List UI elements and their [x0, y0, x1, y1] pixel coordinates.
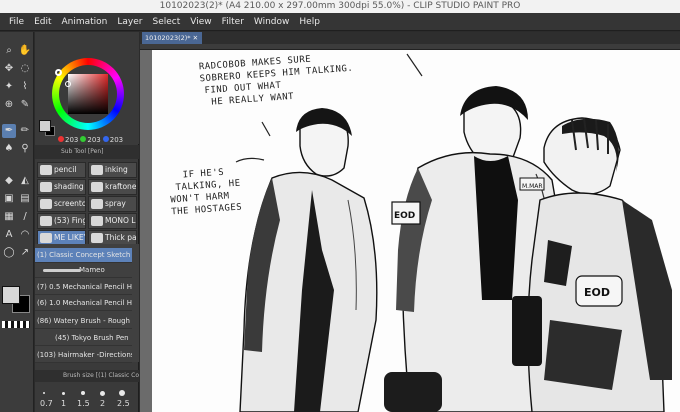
menu-file[interactable]: File: [2, 13, 29, 31]
brush-classic-concept-sketch[interactable]: (1) Classic Concept Sketch: [35, 248, 132, 263]
red-value: 203: [65, 136, 79, 144]
brush-stroke-preview: [43, 269, 81, 272]
subtool-panel-title: Sub Tool [Pen]: [35, 145, 139, 159]
subtool-shading[interactable]: shading: [37, 179, 86, 195]
brush-watery-rough[interactable]: (86) Watery Brush - Rough: [35, 314, 132, 329]
brush-list: (1) Classic Concept Sketch Mameo (7) 0.5…: [35, 244, 139, 363]
auto-select-icon[interactable]: ✦: [2, 80, 16, 94]
pen-tip-icon: [91, 182, 103, 192]
sv-marker[interactable]: [65, 81, 71, 87]
pen-tip-icon: [40, 182, 52, 192]
shape-icon[interactable]: ◯: [2, 246, 16, 260]
subtool-kraftone[interactable]: kraftone: [88, 179, 137, 195]
marker-icon[interactable]: ✎: [18, 98, 32, 112]
menu-layer[interactable]: Layer: [112, 13, 147, 31]
lasso-icon[interactable]: ◌: [18, 62, 32, 76]
rgb-readout: 203 203 203: [58, 135, 123, 144]
balloon-icon[interactable]: ◠: [18, 228, 32, 242]
menu-bar: File Edit Animation Layer Select View Fi…: [0, 13, 680, 31]
airbrush-icon[interactable]: ⚲: [18, 142, 32, 156]
pen-icon[interactable]: ✒: [2, 124, 16, 138]
close-icon[interactable]: ✕: [193, 34, 198, 42]
brush-mameo[interactable]: Mameo: [35, 263, 132, 278]
pen-tip-icon: [40, 216, 52, 226]
menu-edit[interactable]: Edit: [29, 13, 56, 31]
subtool-pencil[interactable]: pencil: [37, 162, 86, 178]
green-value: 203: [87, 136, 101, 144]
transparent-color-swatch[interactable]: [2, 321, 30, 328]
canvas-area[interactable]: RADCOBOB MAKES SURE SOBRERO KEEPS HIM TA…: [140, 50, 680, 412]
drawing-canvas[interactable]: RADCOBOB MAKES SURE SOBRERO KEEPS HIM TA…: [152, 50, 680, 412]
frame-icon[interactable]: ▦: [2, 210, 16, 224]
fill-icon[interactable]: ▣: [2, 192, 16, 206]
subtool-screentone[interactable]: screenton: [37, 196, 86, 212]
move-icon[interactable]: ✥: [2, 62, 16, 76]
brush-size-dot[interactable]: [100, 391, 105, 396]
brush-size-dot[interactable]: [81, 391, 85, 395]
main-color-swatch[interactable]: [2, 286, 20, 304]
left-panels: 203 203 203 Sub Tool [Pen] pencil inking…: [35, 32, 139, 412]
brush-size-label: 1: [61, 399, 67, 408]
brush-size-dot[interactable]: [119, 390, 125, 396]
menu-window[interactable]: Window: [249, 13, 295, 31]
blend-icon[interactable]: ◭: [18, 174, 32, 188]
nametag-text: M.MAR: [522, 183, 543, 190]
pen-tip-icon: [40, 165, 52, 175]
brush-size-label: 2: [100, 399, 106, 408]
pen-tip-icon: [91, 233, 103, 243]
brush-mech-pencil-05[interactable]: (7) 0.5 Mechanical Pencil H: [35, 280, 132, 295]
subtool-inking[interactable]: inking: [88, 162, 137, 178]
brush-size-panel-title: Brush size [(1) Classic Conce: [35, 370, 139, 382]
brush-icon[interactable]: ♠: [2, 142, 16, 156]
window-title: 10102023(2)* (A4 210.00 x 297.00mm 300dp…: [0, 0, 680, 13]
brush-size-label: 2.5: [117, 399, 130, 408]
menu-select[interactable]: Select: [147, 13, 185, 31]
menu-animation[interactable]: Animation: [57, 13, 113, 31]
subtool-finger[interactable]: (53) Fing: [37, 213, 86, 229]
color-sv-square[interactable]: [68, 74, 108, 114]
brush-mech-pencil-10[interactable]: (6) 1.0 Mechanical Pencil H: [35, 296, 132, 311]
pencil-icon[interactable]: ✏: [18, 124, 32, 138]
mini-main-color[interactable]: [39, 120, 51, 132]
hue-marker[interactable]: [55, 69, 62, 76]
menu-view[interactable]: View: [185, 13, 216, 31]
pen-tip-icon: [91, 216, 103, 226]
brush-size-label: 0.7: [40, 399, 53, 408]
ruler-icon[interactable]: /: [18, 210, 32, 224]
eraser-icon[interactable]: ◆: [2, 174, 16, 188]
document-tab-bar: 10102023(2)* ✕: [140, 32, 680, 44]
subtool-mono-line[interactable]: MONO LI: [88, 213, 137, 229]
brush-hairmaker[interactable]: (103) Hairmaker -Directions: [35, 348, 132, 363]
pen-tip-icon: [91, 165, 103, 175]
blue-value: 203: [109, 136, 124, 144]
document-tab[interactable]: 10102023(2)* ✕: [142, 32, 202, 44]
pen-tip-icon: [40, 199, 52, 209]
eyedropper-icon[interactable]: ⌇: [18, 80, 32, 94]
menu-help[interactable]: Help: [294, 13, 325, 31]
brush-size-dot[interactable]: [43, 392, 45, 394]
brush-size-presets: 0.7 1 1.5 2 2.5: [35, 382, 139, 412]
pen-tip-icon: [91, 199, 103, 209]
zoom-icon[interactable]: ⌕: [2, 44, 16, 58]
menu-filter[interactable]: Filter: [217, 13, 249, 31]
brush-tokyo-pen[interactable]: (45) Tokyo Brush Pen: [35, 331, 132, 346]
comic-illustration: EOD EOD M.MAR: [235, 53, 672, 412]
patch-text: EOD: [584, 286, 610, 299]
correct-line-icon[interactable]: ↗: [18, 246, 32, 260]
subtool-spray[interactable]: spray: [88, 196, 137, 212]
pen-tip-icon: [40, 233, 52, 243]
tool-palette: ⌕ ✋ ✥ ◌ ✦ ⌇ ⊕ ✎ ✒ ✏ ♠ ⚲ ◆ ◭ ▣ ▤ ▦ / A ◠ …: [0, 32, 34, 412]
patch-text: EOD: [394, 211, 415, 221]
figure-left: [239, 108, 378, 412]
text-icon[interactable]: A: [2, 228, 16, 242]
gradient-icon[interactable]: ▤: [18, 192, 32, 206]
brush-size-label: 1.5: [77, 399, 90, 408]
hand-icon[interactable]: ✋: [18, 44, 32, 58]
brush-size-dot[interactable]: [62, 392, 65, 395]
figure-right: [512, 117, 672, 412]
operation-icon[interactable]: ⊕: [2, 98, 16, 112]
color-wheel-panel: 203 203 203: [35, 32, 139, 144]
